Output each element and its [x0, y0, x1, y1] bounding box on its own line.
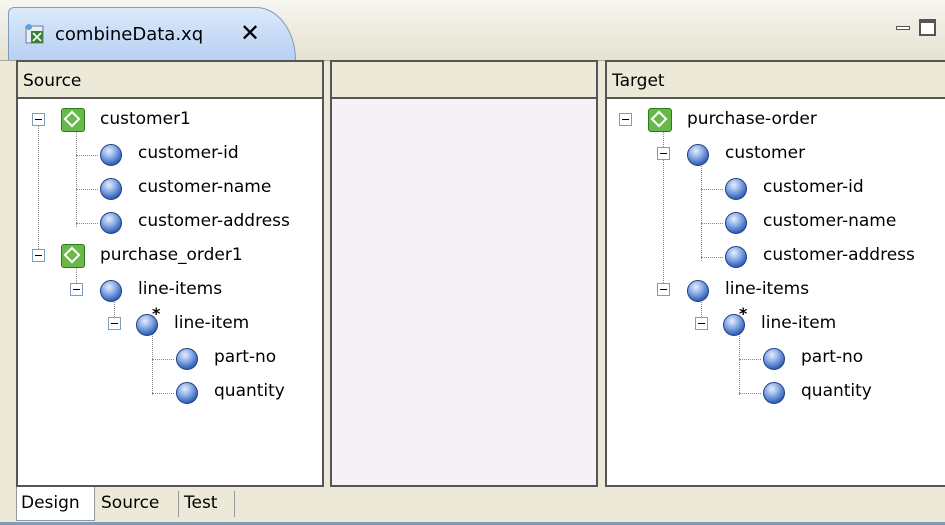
tree-item-label: customer-name — [763, 211, 897, 231]
tree-item-label: purchase_order1 — [100, 245, 243, 265]
tree-item-quantity[interactable]: quantity — [607, 375, 937, 409]
source-panel-title: Source — [23, 71, 82, 91]
element-icon — [100, 212, 122, 234]
source-panel: Source customer1 customer-id customer-na… — [16, 60, 324, 487]
element-icon — [763, 348, 785, 370]
tree-item-line-item[interactable]: * line-item — [18, 304, 318, 341]
element-icon — [100, 144, 122, 166]
tree-item-label: customer — [725, 143, 806, 163]
tab-separator — [178, 491, 179, 517]
collapse-toggle[interactable] — [32, 249, 45, 262]
repeating-element-icon: * — [723, 304, 753, 338]
editor-tab-title: combineData.xq — [55, 24, 204, 45]
tree-item-label: purchase-order — [687, 109, 817, 129]
tree-item-customer1[interactable]: customer1 — [18, 103, 318, 137]
tree-item-quantity[interactable]: quantity — [18, 375, 318, 409]
source-panel-header: Source — [18, 62, 322, 99]
editor-page-tabs: Design Source Test — [16, 487, 945, 521]
collapse-toggle[interactable] — [657, 147, 670, 160]
tree-item-label: part-no — [801, 347, 864, 367]
tree-item-label: customer-name — [138, 177, 272, 197]
tree-item-customer-name[interactable]: customer-name — [607, 205, 937, 239]
tree-item-customer-address[interactable]: customer-address — [18, 205, 318, 239]
editor-tab[interactable]: combineData.xq ✕ — [8, 7, 296, 60]
tree-item-part-no[interactable]: part-no — [18, 341, 318, 375]
tab-design[interactable]: Design — [16, 487, 95, 521]
element-icon — [687, 144, 709, 166]
tree-item-label: customer-address — [763, 245, 915, 265]
collapse-toggle[interactable] — [108, 317, 121, 330]
schema-icon — [648, 108, 672, 132]
mapping-panel[interactable] — [330, 60, 598, 487]
tree-item-line-item[interactable]: * line-item — [607, 304, 937, 341]
tree-item-label: quantity — [214, 381, 285, 401]
tree-item-label: customer-id — [138, 143, 239, 163]
tree-item-part-no[interactable]: part-no — [607, 341, 937, 375]
tree-item-label: line-items — [138, 279, 223, 299]
collapse-toggle[interactable] — [619, 113, 632, 126]
tree-item-line-items[interactable]: line-items — [607, 273, 937, 307]
tree-item-label: line-item — [174, 313, 250, 333]
tree-item-label: part-no — [214, 347, 277, 367]
tree-item-customer-id[interactable]: customer-id — [607, 171, 937, 205]
tree-item-line-items[interactable]: line-items — [18, 273, 318, 307]
element-icon — [176, 382, 198, 404]
tree-item-label: customer-id — [763, 177, 864, 197]
element-icon — [763, 382, 785, 404]
editor-tab-strip: combineData.xq ✕ — [0, 0, 945, 61]
tree-item-customer-address[interactable]: customer-address — [607, 239, 937, 273]
tree-item-customer-name[interactable]: customer-name — [18, 171, 318, 205]
xquery-file-icon — [25, 24, 44, 44]
tree-item-label: line-items — [725, 279, 810, 299]
minimize-icon[interactable] — [894, 18, 912, 36]
tab-source[interactable]: Source — [97, 487, 177, 521]
element-icon — [725, 178, 747, 200]
schema-icon — [61, 108, 85, 132]
repeating-element-icon: * — [136, 304, 166, 338]
maximize-icon[interactable] — [918, 18, 936, 36]
editor-window: combineData.xq ✕ Source customer1 custom… — [0, 0, 945, 525]
tab-test[interactable]: Test — [180, 487, 232, 521]
target-panel: Target purchase-order customer customer-… — [605, 60, 945, 487]
collapse-toggle[interactable] — [32, 113, 45, 126]
close-icon[interactable]: ✕ — [237, 18, 263, 48]
tree-item-purchase-order[interactable]: purchase-order — [607, 103, 937, 137]
target-panel-header: Target — [607, 62, 945, 99]
element-icon — [725, 212, 747, 234]
target-panel-title: Target — [612, 71, 665, 91]
collapse-toggle[interactable] — [657, 283, 670, 296]
tree-item-customer[interactable]: customer — [607, 137, 937, 171]
collapse-toggle[interactable] — [70, 283, 83, 296]
element-icon — [100, 178, 122, 200]
element-icon — [725, 246, 747, 268]
mapping-panel-header — [332, 62, 596, 99]
schema-icon — [61, 244, 85, 268]
tree-item-label: customer1 — [100, 109, 191, 129]
tree-item-purchase-order1[interactable]: purchase_order1 — [18, 239, 318, 273]
element-icon — [176, 348, 198, 370]
collapse-toggle[interactable] — [695, 317, 708, 330]
tree-item-label: line-item — [761, 313, 837, 333]
target-tree: purchase-order customer customer-id cust… — [607, 99, 945, 485]
element-icon — [100, 280, 122, 302]
element-icon — [687, 280, 709, 302]
tab-separator — [234, 491, 235, 517]
tree-item-label: customer-address — [138, 211, 290, 231]
tree-item-customer-id[interactable]: customer-id — [18, 137, 318, 171]
tree-item-label: quantity — [801, 381, 872, 401]
source-tree: customer1 customer-id customer-name cust… — [18, 99, 322, 485]
